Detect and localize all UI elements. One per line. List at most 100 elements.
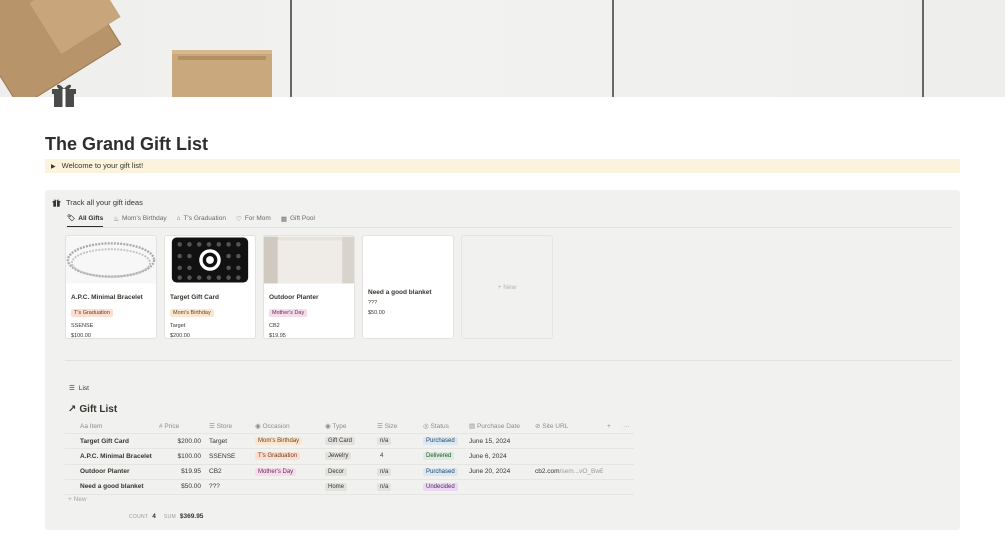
cell-size[interactable]: n/a	[373, 467, 419, 476]
cell-status[interactable]: Purchased	[419, 467, 465, 476]
col-header-status[interactable]: ◎ Status	[419, 422, 465, 430]
gallery-card[interactable]: Target Gift Card Mom's Birthday Target $…	[164, 235, 256, 339]
cell-item[interactable]: Need a good blanket	[65, 483, 155, 490]
cell-date[interactable]: June 20, 2024	[465, 468, 531, 475]
count-label: COUNT	[129, 514, 149, 520]
cell-status[interactable]: Undecided	[419, 482, 465, 491]
gallery-card[interactable]: Outdoor Planter Mother's Day CB2 $19.95	[263, 235, 355, 339]
cell-price[interactable]: $100.00	[155, 453, 205, 460]
welcome-toggle[interactable]: ▶ Welcome to your gift list!	[45, 159, 960, 173]
cell-store[interactable]: Target	[205, 438, 251, 445]
col-header-item[interactable]: Aa Item	[65, 423, 155, 430]
tab-ts-graduation[interactable]: ⌂ T's Graduation	[177, 214, 226, 227]
list-view-label[interactable]: ☰ List	[69, 384, 89, 393]
card-store: Target	[170, 323, 186, 329]
col-label: Store	[216, 423, 233, 431]
occasion-tag: Mom's Birthday	[170, 309, 214, 317]
col-header-store[interactable]: ☰ Store	[205, 422, 251, 430]
cell-size[interactable]: n/a	[373, 482, 419, 491]
tab-gift-pool[interactable]: ▦ Gift Pool	[281, 214, 315, 227]
cell-date[interactable]: June 6, 2024	[465, 453, 531, 460]
section-divider	[65, 360, 952, 361]
occasion-pill: Mother's Day	[255, 467, 297, 476]
col-label: Size	[384, 423, 398, 431]
card-store: CB2	[269, 323, 280, 329]
cover-box-2-seam	[178, 56, 266, 60]
tab-label: All Gifts	[78, 214, 104, 222]
tab-for-mom[interactable]: ♡ For Mom	[236, 214, 271, 227]
tab-moms-birthday[interactable]: ♨ Mom's Birthday	[113, 214, 166, 227]
cell-price[interactable]: $19.95	[155, 468, 205, 475]
table-body: Target Gift Card $200.00 Target Mom's Birth…	[65, 434, 634, 495]
cell-type[interactable]: Decor	[321, 467, 373, 476]
card-title: Need a good blanket	[368, 289, 432, 296]
cell-item[interactable]: Outdoor Planter	[65, 468, 155, 475]
cell-occasion[interactable]: T's Graduation	[251, 452, 321, 461]
cell-type[interactable]: Jewelry	[321, 452, 373, 461]
gallery-card[interactable]: A.P.C. Minimal Bracelet T's Graduation S…	[65, 235, 157, 339]
list-view-text: List	[78, 384, 89, 392]
table-row[interactable]: Outdoor Planter $19.95 CB2 Mother's Day Deco…	[65, 465, 634, 480]
cell-date[interactable]: June 15, 2024	[465, 438, 531, 445]
size-pill: 4	[380, 453, 384, 460]
cell-type[interactable]: Home	[321, 482, 373, 491]
sum-value: $369.95	[179, 513, 204, 520]
col-header-site-url[interactable]: ⊘ Site URL	[531, 422, 603, 430]
cell-status[interactable]: Delivered	[419, 452, 465, 461]
col-header-size[interactable]: ☰ Size	[373, 422, 419, 430]
cell-status[interactable]: Purchased	[419, 437, 465, 446]
cell-size[interactable]: n/a	[373, 437, 419, 446]
col-label: Purchase Date	[476, 423, 520, 431]
table-row[interactable]: A.P.C. Minimal Bracelet $100.00 SSENSE T's …	[65, 449, 634, 465]
cell-price[interactable]: $200.00	[155, 438, 205, 445]
cover-plank-line	[612, 0, 614, 97]
col-header-occasion[interactable]: ◉ Occasion	[251, 422, 321, 430]
view-tabs: 🏷 All Gifts ♨ Mom's Birthday ⌂ T's Graduati…	[67, 214, 315, 227]
more-options-icon[interactable]: ···	[619, 423, 634, 430]
new-card-button[interactable]: + New	[461, 235, 553, 339]
cell-item[interactable]: Target Gift Card	[65, 438, 155, 445]
gift-list-title[interactable]: ↗ Gift List	[68, 404, 117, 415]
table-row[interactable]: Target Gift Card $200.00 Target Mom's Birth…	[65, 434, 634, 450]
tag-icon: 🏷	[67, 215, 76, 222]
gallery-card[interactable]: Need a good blanket ??? $50.00	[362, 235, 454, 339]
gallery: A.P.C. Minimal Bracelet T's Graduation S…	[65, 235, 553, 339]
gift-icon	[52, 199, 61, 207]
col-label: Item	[89, 422, 103, 430]
cell-occasion[interactable]: Mother's Day	[251, 467, 321, 476]
cell-store[interactable]: SSENSE	[205, 453, 251, 460]
occasion-pill: Mom's Birthday	[255, 437, 303, 446]
toggle-triangle-icon[interactable]: ▶	[51, 164, 56, 170]
tab-all-gifts[interactable]: 🏷 All Gifts	[67, 214, 104, 227]
cell-item[interactable]: A.P.C. Minimal Bracelet	[65, 453, 155, 460]
cell-url[interactable]: cb2.com/sem...vO_BwE	[531, 468, 603, 475]
col-header-purchase-date[interactable]: ▤ Purchase Date	[465, 422, 531, 430]
occasion-tag: Mother's Day	[269, 309, 308, 317]
new-row-button[interactable]: + New	[68, 496, 87, 503]
cell-store[interactable]: ???	[205, 483, 251, 490]
tab-label: For Mom	[244, 215, 271, 222]
tabs-divider	[65, 227, 952, 228]
gift-list-title-text: Gift List	[79, 404, 118, 415]
cell-size[interactable]: 4	[373, 452, 419, 460]
status-pill: Delivered	[423, 452, 455, 461]
gift-icon[interactable]	[50, 80, 78, 108]
table-header: Aa Item # Price ☰ Store ◉ Occasion ◉ Typ…	[65, 419, 634, 435]
col-label: Type	[332, 423, 347, 431]
card-title: Target Gift Card	[170, 294, 219, 301]
tab-label: Mom's Birthday	[122, 215, 167, 222]
col-header-type[interactable]: ◉ Type	[321, 422, 373, 430]
url-path: /sem...vO_BwE	[559, 468, 603, 476]
col-label: Price	[164, 422, 180, 430]
add-column-button[interactable]: +	[603, 423, 619, 430]
planter-image	[264, 236, 354, 284]
col-header-price[interactable]: # Price	[155, 423, 205, 430]
table-row[interactable]: Need a good blanket $50.00??? Home n/a Undec…	[65, 480, 634, 495]
cell-store[interactable]: CB2	[205, 468, 251, 475]
cover-image	[0, 0, 1005, 97]
type-pill: Decor	[325, 467, 348, 476]
cell-price[interactable]: $50.00	[155, 483, 205, 490]
cell-occasion[interactable]: Mom's Birthday	[251, 437, 321, 446]
cell-type[interactable]: Gift Card	[321, 437, 373, 446]
text-icon: Aa	[80, 422, 90, 430]
